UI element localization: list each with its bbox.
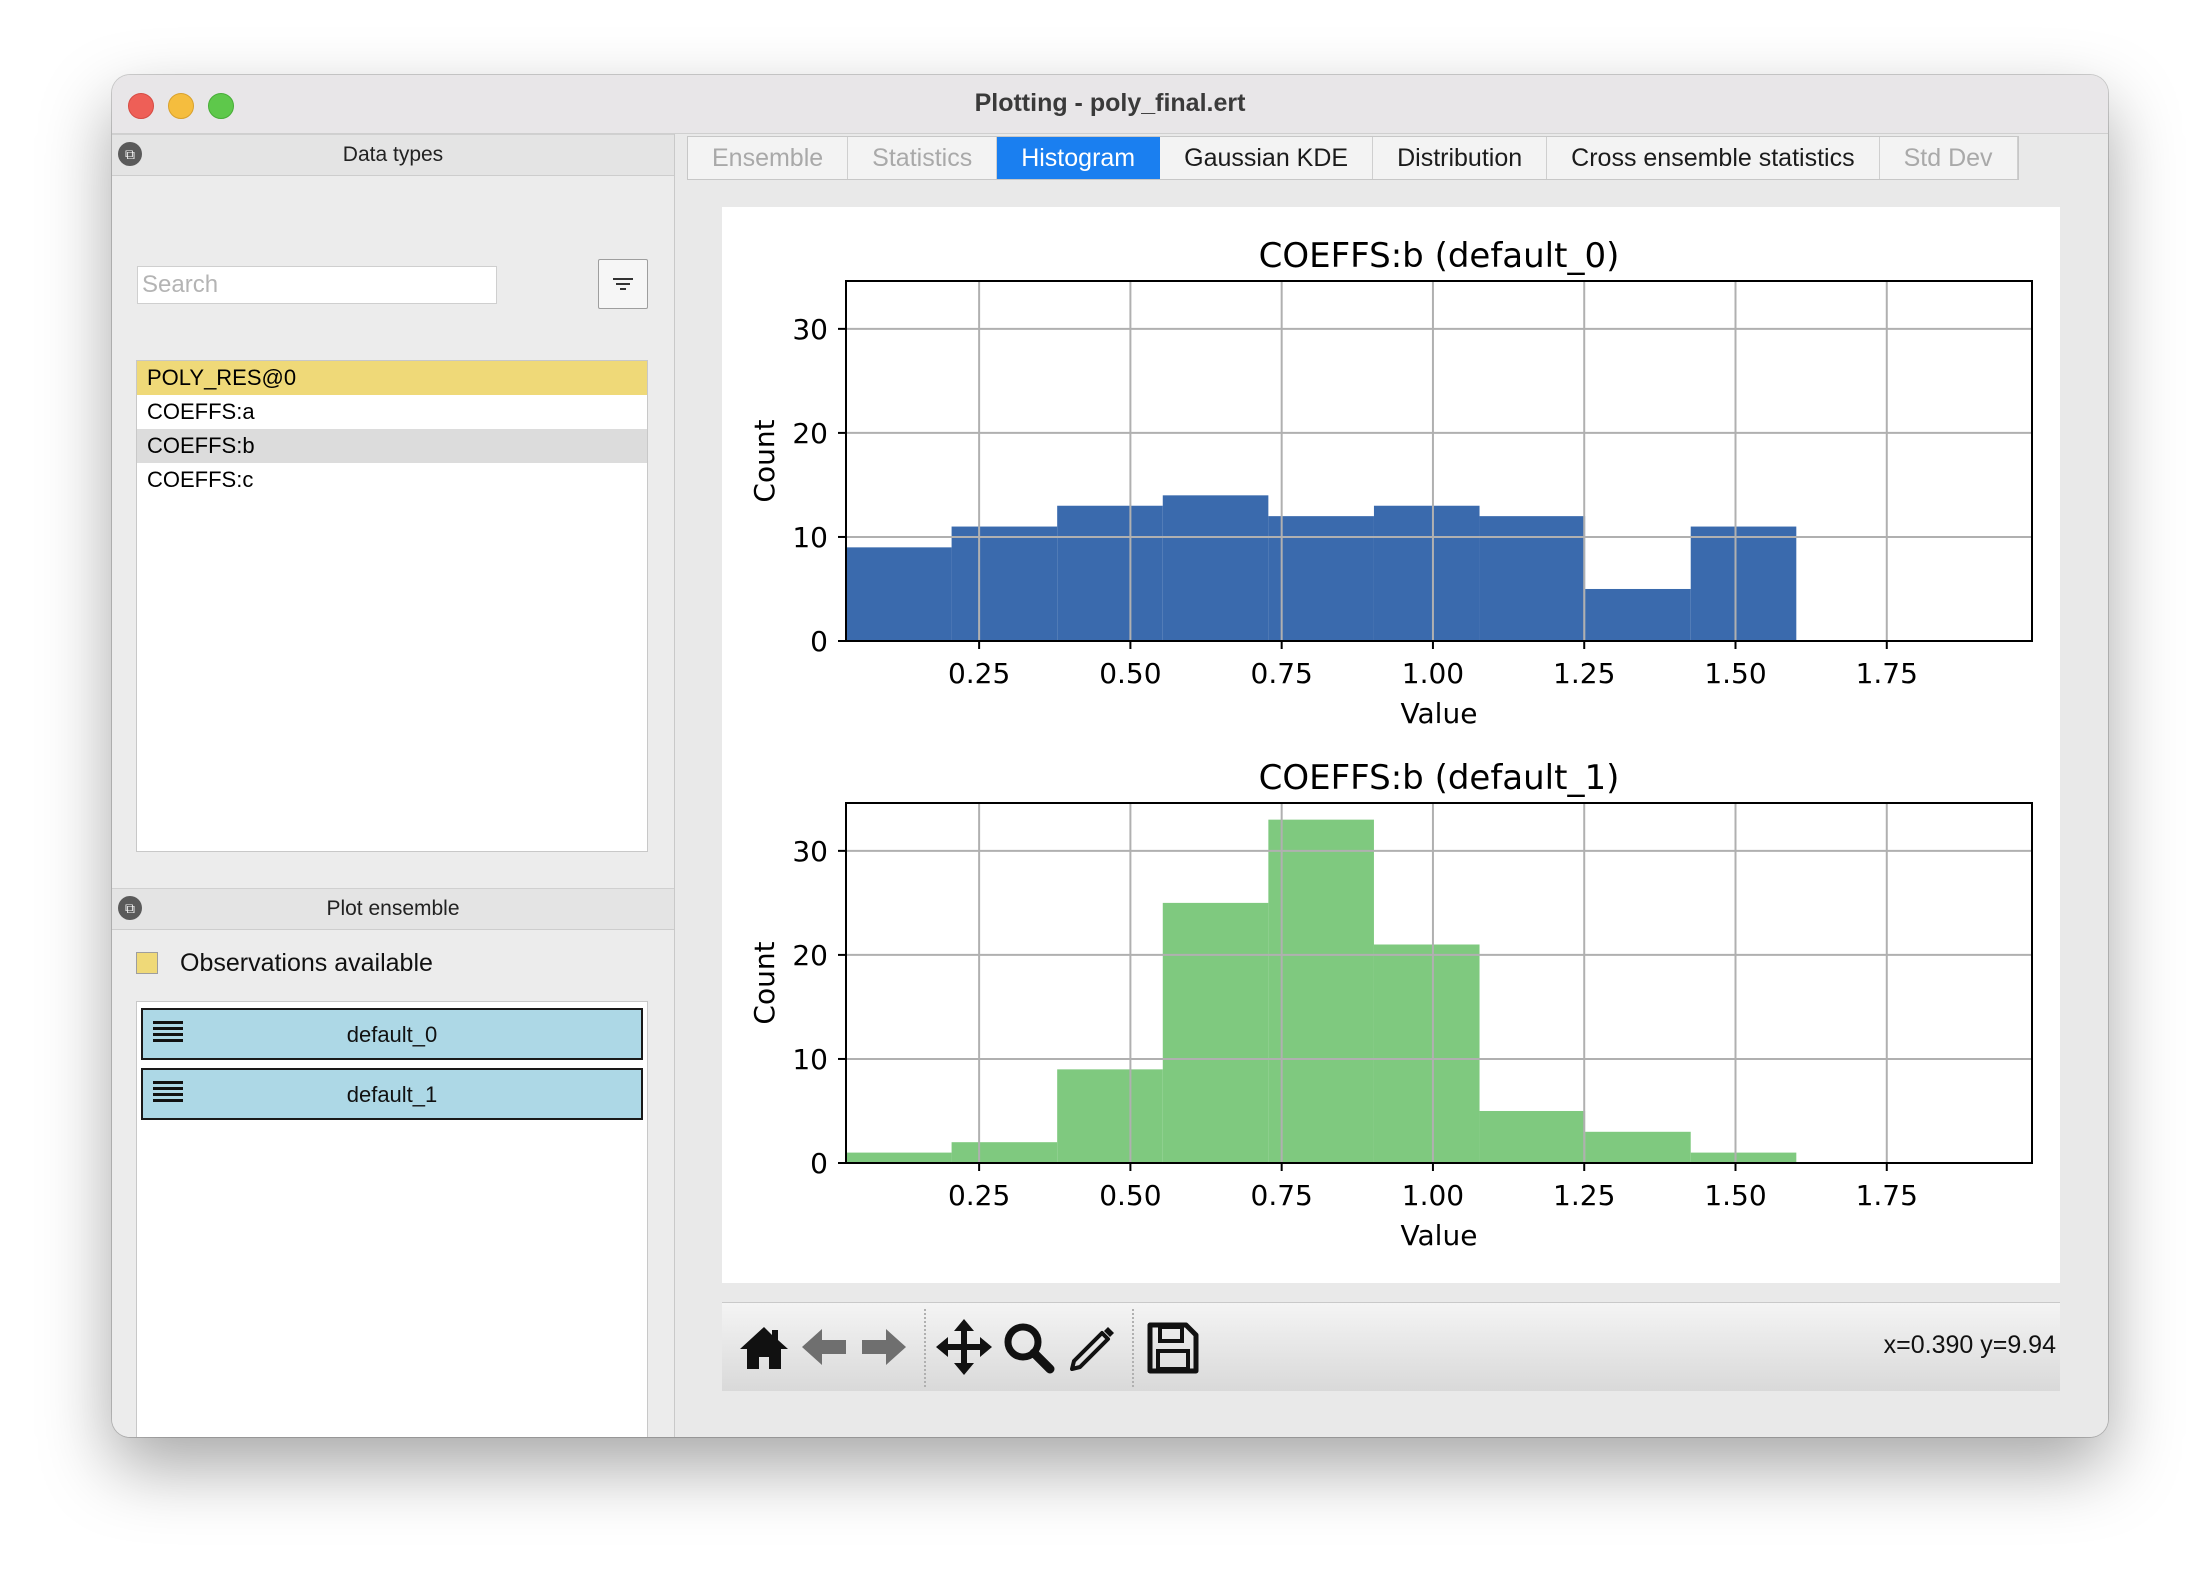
save-disk-icon[interactable] <box>1142 1317 1202 1377</box>
histogram-bar <box>951 526 1058 641</box>
toolbar-separator <box>924 1309 926 1387</box>
histogram-bar <box>1690 526 1797 641</box>
x-tick-label: 0.25 <box>948 657 1010 690</box>
histogram-bar <box>1162 495 1269 641</box>
x-tick-label: 0.50 <box>1099 657 1161 690</box>
data-type-item[interactable]: POLY_RES@0 <box>137 361 647 395</box>
plot-type-tabs: Ensemble Statistics Histogram Gaussian KDE D… <box>687 136 2019 180</box>
histogram-bar <box>1479 516 1586 641</box>
home-icon[interactable] <box>734 1317 794 1377</box>
x-tick-label: 1.25 <box>1553 1179 1615 1212</box>
tab-distribution[interactable]: Distribution <box>1373 137 1548 179</box>
tab-histogram[interactable]: Histogram <box>997 137 1161 179</box>
x-tick-label: 1.75 <box>1856 1179 1918 1212</box>
window-title: Plotting - poly_final.ert <box>974 89 1246 117</box>
edit-pencil-icon[interactable] <box>1062 1317 1122 1377</box>
y-tick-label: 30 <box>792 313 828 346</box>
y-axis-label: Count <box>748 419 781 502</box>
filter-button[interactable] <box>598 259 648 309</box>
histogram-bar <box>1373 505 1480 641</box>
data-type-item[interactable]: COEFFS:a <box>137 395 647 429</box>
histogram-bar <box>1585 588 1691 641</box>
ensemble-item-label: default_1 <box>346 1082 438 1107</box>
plot-ensemble-header: ⧉ Plot ensemble <box>112 888 674 930</box>
data-type-item[interactable]: COEFFS:c <box>137 463 647 497</box>
histogram-bar <box>1268 819 1374 1163</box>
x-tick-label: 1.00 <box>1402 657 1464 690</box>
navigation-toolbar: x=0.390 y=9.94 <box>722 1302 2060 1391</box>
tab-statistics[interactable]: Statistics <box>848 137 998 179</box>
ensemble-item-default-1[interactable]: default_1 <box>141 1068 643 1120</box>
histogram-bar <box>1690 1152 1797 1163</box>
y-tick-label: 0 <box>810 625 828 658</box>
y-tick-label: 0 <box>810 1147 828 1180</box>
y-tick-label: 10 <box>792 1043 828 1076</box>
plot-ensemble-list: default_0 default_1 <box>136 1001 648 1437</box>
chart-title: COEFFS:b (default_1) <box>1259 758 1620 798</box>
histogram-figure: 0.25 0.50 0.75 1.00 1.25 1.50 1.75 0 10 20 30 COEFF… <box>748 236 2033 1252</box>
observations-legend-label: Observations available <box>180 949 433 977</box>
zoom-magnifier-icon[interactable] <box>998 1317 1058 1377</box>
ensemble-item-default-0[interactable]: default_0 <box>141 1008 643 1060</box>
x-axis-label: Value <box>1401 1219 1478 1252</box>
plot-panel: Ensemble Statistics Histogram Gaussian KDE D… <box>675 134 2108 1437</box>
toolbar-separator <box>1132 1309 1134 1387</box>
plot-canvas[interactable]: 0.25 0.50 0.75 1.00 1.25 1.50 1.75 0 10 20 30 COEFF… <box>722 207 2060 1283</box>
left-dock: ⧉ Data types POLY_RES@0COEFFS:aCOEFFS:bC… <box>112 134 675 1437</box>
histogram-bar <box>1373 944 1480 1163</box>
histogram-bar <box>1479 1110 1586 1163</box>
x-tick-label: 0.50 <box>1099 1179 1161 1212</box>
x-tick-label: 0.75 <box>1251 1179 1313 1212</box>
y-tick-label: 30 <box>792 835 828 868</box>
histogram-bar <box>1162 902 1269 1163</box>
search-input[interactable] <box>137 266 497 304</box>
tab-std-dev[interactable]: Std Dev <box>1880 137 2018 179</box>
ensemble-item-label: default_0 <box>346 1022 438 1047</box>
tab-cross-ensemble-statistics[interactable]: Cross ensemble statistics <box>1547 137 1880 179</box>
data-type-item[interactable]: COEFFS:b <box>137 429 647 463</box>
histogram-bar <box>1057 505 1163 641</box>
forward-arrow-icon[interactable] <box>854 1317 914 1377</box>
x-axis-label: Value <box>1401 697 1478 730</box>
plot-ensemble-title: Plot ensemble <box>326 897 460 920</box>
histogram-bar <box>951 1142 1058 1163</box>
tab-ensemble[interactable]: Ensemble <box>688 137 849 179</box>
histogram-chart-0: 0.25 0.50 0.75 1.00 1.25 1.50 1.75 0 10 20 30 COEFF… <box>748 236 2033 730</box>
y-tick-label: 20 <box>792 939 828 972</box>
histogram-bar <box>846 547 952 641</box>
data-types-title: Data types <box>342 143 444 166</box>
x-tick-label: 1.00 <box>1402 1179 1464 1212</box>
cursor-coordinates: x=0.390 y=9.94 <box>1883 1331 2056 1359</box>
y-axis-label: Count <box>748 941 781 1024</box>
pan-move-icon[interactable] <box>934 1317 994 1377</box>
x-tick-label: 1.50 <box>1704 1179 1766 1212</box>
plotting-window: Plotting - poly_final.ert ⧉ Data types P… <box>112 75 2108 1437</box>
x-tick-label: 0.75 <box>1251 657 1313 690</box>
data-types-header: ⧉ Data types <box>112 134 674 176</box>
x-tick-label: 1.50 <box>1704 657 1766 690</box>
y-tick-label: 10 <box>792 521 828 554</box>
x-tick-label: 1.75 <box>1856 657 1918 690</box>
title-bar: Plotting - poly_final.ert <box>112 75 2108 134</box>
observations-swatch <box>136 952 158 974</box>
histogram-bar <box>1585 1131 1691 1163</box>
x-tick-label: 0.25 <box>948 1179 1010 1212</box>
back-arrow-icon[interactable] <box>794 1317 854 1377</box>
filter-icon <box>613 278 633 290</box>
histogram-bar <box>1268 516 1374 641</box>
tab-gaussian-kde[interactable]: Gaussian KDE <box>1160 137 1374 179</box>
histogram-bar <box>1057 1069 1163 1163</box>
histogram-bar <box>846 1152 952 1163</box>
chart-title: COEFFS:b (default_0) <box>1259 236 1620 276</box>
y-tick-label: 20 <box>792 417 828 450</box>
x-tick-label: 1.25 <box>1553 657 1615 690</box>
data-types-list: POLY_RES@0 COEFFS:a COEFFS:b COEFFS:c <box>136 360 648 852</box>
histogram-chart-1: 0.25 0.50 0.75 1.00 1.25 1.50 1.75 0 10 20 30 COEFF… <box>748 758 2033 1252</box>
